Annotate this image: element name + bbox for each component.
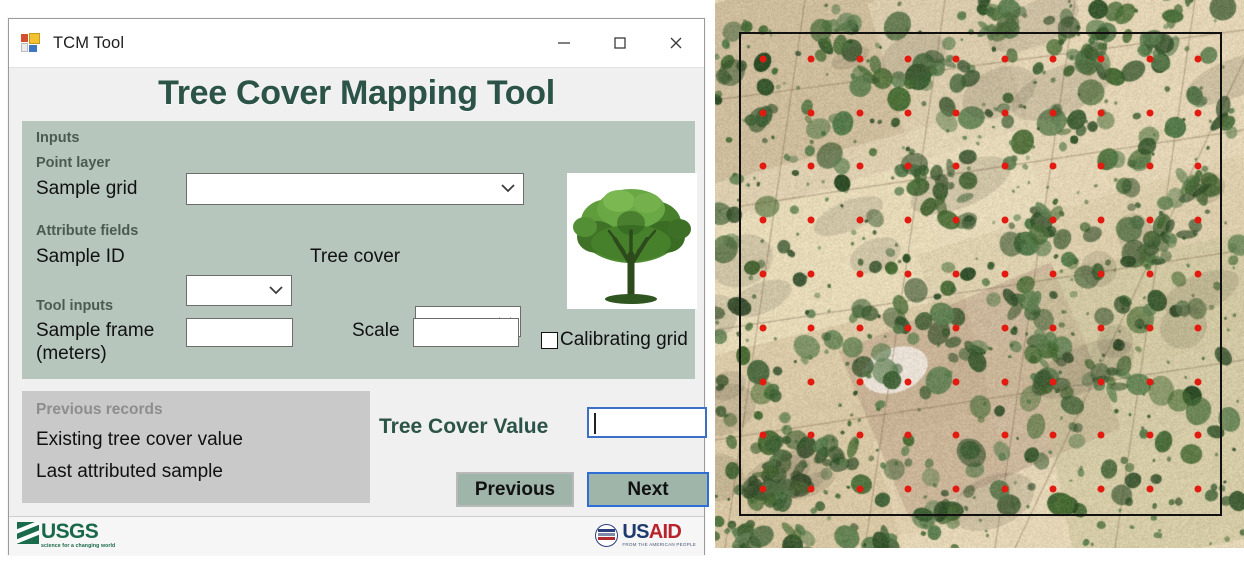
previous-button[interactable]: Previous [456,472,574,507]
tool-inputs-group-label: Tool inputs [36,298,114,314]
chevron-down-icon [501,180,515,198]
usgs-logo: USGS science for a changing world [17,520,116,549]
maximize-icon[interactable] [592,19,648,67]
previous-records-panel: Previous records Existing tree cover val… [22,391,370,503]
satellite-image-canvas [715,0,1244,548]
tree-cover-value-input[interactable] [587,407,707,438]
scale-input[interactable] [413,318,519,347]
next-button[interactable]: Next [587,472,709,507]
calibrating-grid-checkbox-row[interactable]: Calibrating grid [541,329,688,351]
usgs-wordmark: USGS [41,520,99,543]
sample-frame-label-line1: Sample frame [36,320,155,341]
attribute-fields-group-label: Attribute fields [36,223,139,239]
scale-label: Scale [352,320,400,341]
existing-tree-cover-value-text: Existing tree cover value [36,429,243,450]
sample-id-combobox[interactable] [186,275,292,306]
chevron-down-icon [269,282,283,300]
tree-cover-value-label: Tree Cover Value [379,415,549,438]
calibrating-grid-label: Calibrating grid [560,329,688,350]
page-title: Tree Cover Mapping Tool [9,68,704,122]
sample-frame-input[interactable] [186,318,293,347]
window-controls [536,19,704,67]
usaid-tagline: FROM THE AMERICAN PEOPLE [622,542,696,547]
tree-photo [567,173,697,309]
sample-frame-label-line2: (meters) [36,343,107,364]
usaid-wordmark-us: US [622,521,649,543]
sample-grid-combobox[interactable] [186,173,524,205]
last-attributed-sample-text: Last attributed sample [36,461,223,482]
satellite-imagery[interactable] [715,0,1244,548]
window-title: TCM Tool [53,33,125,52]
usaid-logo: USAID FROM THE AMERICAN PEOPLE [595,521,696,547]
usaid-seal-icon [595,523,619,547]
usaid-wordmark-aid: AID [648,521,682,543]
sample-id-label: Sample ID [36,246,125,267]
window-titlebar: TCM Tool [9,19,704,68]
tree-cover-label: Tree cover [310,246,401,267]
point-layer-group-label: Point layer [36,155,111,171]
text-caret [594,413,596,434]
app-icon [21,33,41,53]
previous-records-title: Previous records [36,401,163,418]
tcm-tool-window: TCM Tool Tree Cover Mapping Tool Inputs … [8,18,709,555]
usgs-tagline: science for a changing world [41,543,116,549]
minimize-icon[interactable] [536,19,592,67]
sample-grid-label: Sample grid [36,178,138,199]
footer-bar: USGS science for a changing world USAID … [9,516,704,555]
close-icon[interactable] [648,19,704,67]
inputs-panel: Inputs Point layer Sample grid Attribute… [22,121,697,379]
inputs-group-label: Inputs [36,130,80,146]
calibrating-grid-checkbox[interactable] [541,331,558,349]
usgs-mark-icon [17,522,39,544]
